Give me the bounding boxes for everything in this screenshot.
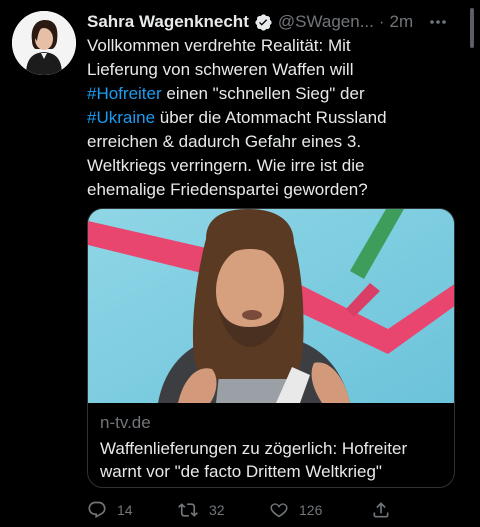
hashtag-link[interactable]: #Ukraine [87,108,155,127]
like-button[interactable]: 126 [269,497,322,523]
retweet-icon [177,500,199,520]
share-icon [371,500,391,520]
card-image[interactable] [88,209,454,403]
tweet-text-line: erreichen & dadurch Gefahr eines 3. [87,132,362,151]
retweet-button[interactable]: 32 [177,497,225,523]
header-separator: · [378,12,385,31]
tweet-text-line: Lieferung von schweren Waffen will [87,60,354,79]
like-count: 126 [299,502,323,518]
retweet-count: 32 [209,502,225,518]
avatar[interactable] [12,11,76,75]
link-card[interactable]: n-tv.de Waffenlieferungen zu zögerlich: … [87,208,455,488]
tweet-actions: 14 32 126 [87,497,467,523]
author-name[interactable]: Sahra Wagenknecht [87,12,249,32]
verified-badge-icon [254,13,273,32]
tweet-text-line: ehemalige Friedenspartei geworden? [87,180,368,199]
reply-icon [87,500,107,520]
card-title: Waffenlieferungen zu zögerlich: Hofreite… [100,437,450,483]
card-title-line: warnt vor "de facto Drittem Weltkrieg" [100,462,382,481]
tweet-text-line: #Ukraine über die Atommacht Russland [87,108,387,127]
card-domain: n-tv.de [100,413,151,432]
heart-icon [269,500,289,520]
reply-count: 14 [117,502,133,518]
tweet-text-line: #Hofreiter einen "schnellen Sieg" der [87,84,365,103]
tweet-text: Vollkommen verdrehte Realität: Mit Liefe… [87,34,457,202]
more-dots-icon[interactable] [428,12,448,32]
tweet-header: Sahra Wagenknecht @SWagen... · 2m [87,10,447,34]
share-button[interactable] [371,497,391,523]
reply-button[interactable]: 14 [87,497,133,523]
author-handle[interactable]: @SWagen... [278,12,374,32]
scrollbar[interactable] [470,8,474,48]
tweet-timestamp[interactable]: 2m [390,12,414,32]
hashtag-link[interactable]: #Hofreiter [87,84,162,103]
card-title-line: Waffenlieferungen zu zögerlich: Hofreite… [100,439,408,458]
tweet-text-line: Vollkommen verdrehte Realität: Mit [87,36,351,55]
tweet[interactable]: Sahra Wagenknecht @SWagen... · 2m Vollko… [0,0,480,527]
tweet-text-line: Weltkriegs verringern. Wie irre ist die [87,156,365,175]
